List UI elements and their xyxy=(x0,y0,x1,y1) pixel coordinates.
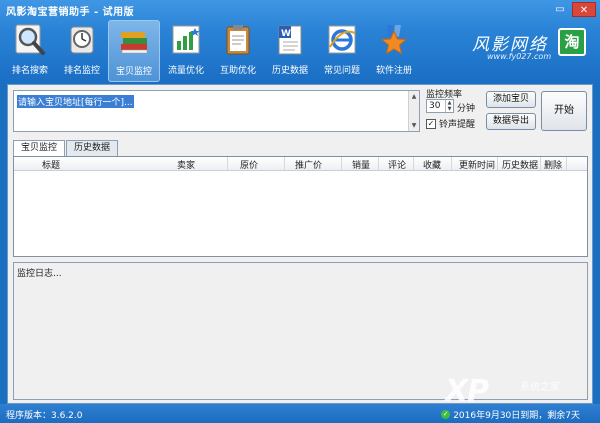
start-button[interactable]: 开始 xyxy=(541,91,587,131)
tool-rank-search[interactable]: 排名搜索 xyxy=(4,20,56,82)
toolbar: 排名搜索 排名监控 宝贝监控 流量优化 互助优化 W 历史数据 常见问题 软件注… xyxy=(4,20,420,82)
url-scrollbar[interactable]: ▲ ▼ xyxy=(408,91,419,131)
column-history[interactable]: 历史数据 xyxy=(502,158,538,171)
table-header: 标题 卖家 原价 推广价 销量 评论 收藏 更新时间 历史数据 删除 xyxy=(14,157,587,171)
close-button[interactable]: ✕ xyxy=(572,2,596,17)
tool-label: 互助优化 xyxy=(219,66,256,76)
column-reviews[interactable]: 评论 xyxy=(388,158,406,171)
url-placeholder: 请输入宝贝地址[每行一个]... xyxy=(17,95,134,108)
window-controls: ▭ ✕ xyxy=(548,2,596,17)
document-icon: W xyxy=(278,25,302,55)
tool-label: 排名监控 xyxy=(63,66,100,76)
bell-reminder-row[interactable]: ✓ 铃声提醒 xyxy=(426,117,475,130)
item-url-input[interactable]: 请输入宝贝地址[每行一个]... ▲ ▼ xyxy=(13,90,420,132)
tool-traffic-optimize[interactable]: 流量优化 xyxy=(160,20,212,82)
tool-label: 软件注册 xyxy=(375,66,412,76)
header: 风影淘宝营销助手 - 试用版 ▭ ✕ 排名搜索 排名监控 宝贝监控 流量优化 互… xyxy=(0,0,600,84)
tab-bar: 宝贝监控 历史数据 xyxy=(13,140,119,157)
books-icon xyxy=(121,32,148,54)
brand-url[interactable]: www.fy027.com xyxy=(487,52,551,61)
svg-text:W: W xyxy=(281,29,291,39)
version-label: 程序版本：3.6.2.0 xyxy=(6,411,83,421)
frequency-unit: 分钟 xyxy=(457,104,476,114)
minimize-button[interactable]: ▭ xyxy=(548,2,572,17)
clipboard-icon xyxy=(226,25,250,55)
taobao-badge-icon: 淘 xyxy=(558,28,586,56)
bell-reminder-label: 铃声提醒 xyxy=(439,120,476,130)
bell-reminder-checkbox[interactable]: ✓ xyxy=(426,118,436,129)
tab-item-monitor[interactable]: 宝贝监控 xyxy=(13,140,66,157)
tool-label: 流量优化 xyxy=(167,66,204,76)
frequency-value: 30 xyxy=(429,101,441,111)
add-item-button[interactable]: 添加宝贝 xyxy=(486,91,536,108)
expiry-label: 2016年9月30日到期，剩余7天 xyxy=(453,411,580,421)
ie-icon xyxy=(328,25,356,54)
magnifier-icon xyxy=(15,24,45,55)
watermark-logo: XP xyxy=(445,374,489,409)
tool-label: 常见问题 xyxy=(323,66,360,76)
column-title[interactable]: 标题 xyxy=(42,158,60,171)
watermark-sub: 系统之家 xyxy=(520,382,560,393)
column-seller[interactable]: 卖家 xyxy=(177,158,195,171)
bar-chart-icon xyxy=(172,25,200,54)
main-panel: 请输入宝贝地址[每行一个]... ▲ ▼ 监控频率 30 ▲ ▼ 分钟 ✓ 铃声提… xyxy=(7,84,593,404)
window-title: 风影淘宝营销助手 - 试用版 xyxy=(6,7,135,18)
tool-label: 历史数据 xyxy=(271,66,308,76)
tool-label: 宝贝监控 xyxy=(115,67,152,77)
expiry-info: ✓ 2016年9月30日到期，剩余7天 xyxy=(441,408,580,421)
column-favorites[interactable]: 收藏 xyxy=(423,158,441,171)
check-icon: ✓ xyxy=(441,410,451,419)
item-table: 标题 卖家 原价 推广价 销量 评论 收藏 更新时间 历史数据 删除 xyxy=(13,156,588,257)
star-badge-icon xyxy=(380,25,408,55)
tool-item-monitor[interactable]: 宝贝监控 xyxy=(108,20,160,82)
tool-history-data[interactable]: W 历史数据 xyxy=(264,20,316,82)
tool-register[interactable]: 软件注册 xyxy=(368,20,420,82)
column-update-time[interactable]: 更新时间 xyxy=(459,158,495,171)
stepper-arrows-icon[interactable]: ▲ ▼ xyxy=(445,100,453,112)
tool-rank-monitor[interactable]: 排名监控 xyxy=(56,20,108,82)
column-original-price[interactable]: 原价 xyxy=(240,158,258,171)
status-bar: 程序版本：3.6.2.0 ✓ 2016年9月30日到期，剩余7天 xyxy=(0,404,600,423)
monitor-log[interactable]: 监控日志... xyxy=(13,262,588,400)
scroll-down-icon[interactable]: ▼ xyxy=(409,120,419,131)
tab-history-data[interactable]: 历史数据 xyxy=(66,140,119,156)
log-text: 监控日志... xyxy=(17,269,62,279)
scroll-up-icon[interactable]: ▲ xyxy=(409,91,419,102)
tool-label: 排名搜索 xyxy=(11,66,48,76)
tool-mutual-optimize[interactable]: 互助优化 xyxy=(212,20,264,82)
tool-faq[interactable]: 常见问题 xyxy=(316,20,368,82)
column-sales[interactable]: 销量 xyxy=(352,158,370,171)
column-promo-price[interactable]: 推广价 xyxy=(295,158,322,171)
clock-icon xyxy=(70,26,94,54)
column-delete[interactable]: 删除 xyxy=(544,158,562,171)
export-data-button[interactable]: 数据导出 xyxy=(486,113,536,130)
frequency-stepper[interactable]: 30 ▲ ▼ xyxy=(426,99,454,113)
